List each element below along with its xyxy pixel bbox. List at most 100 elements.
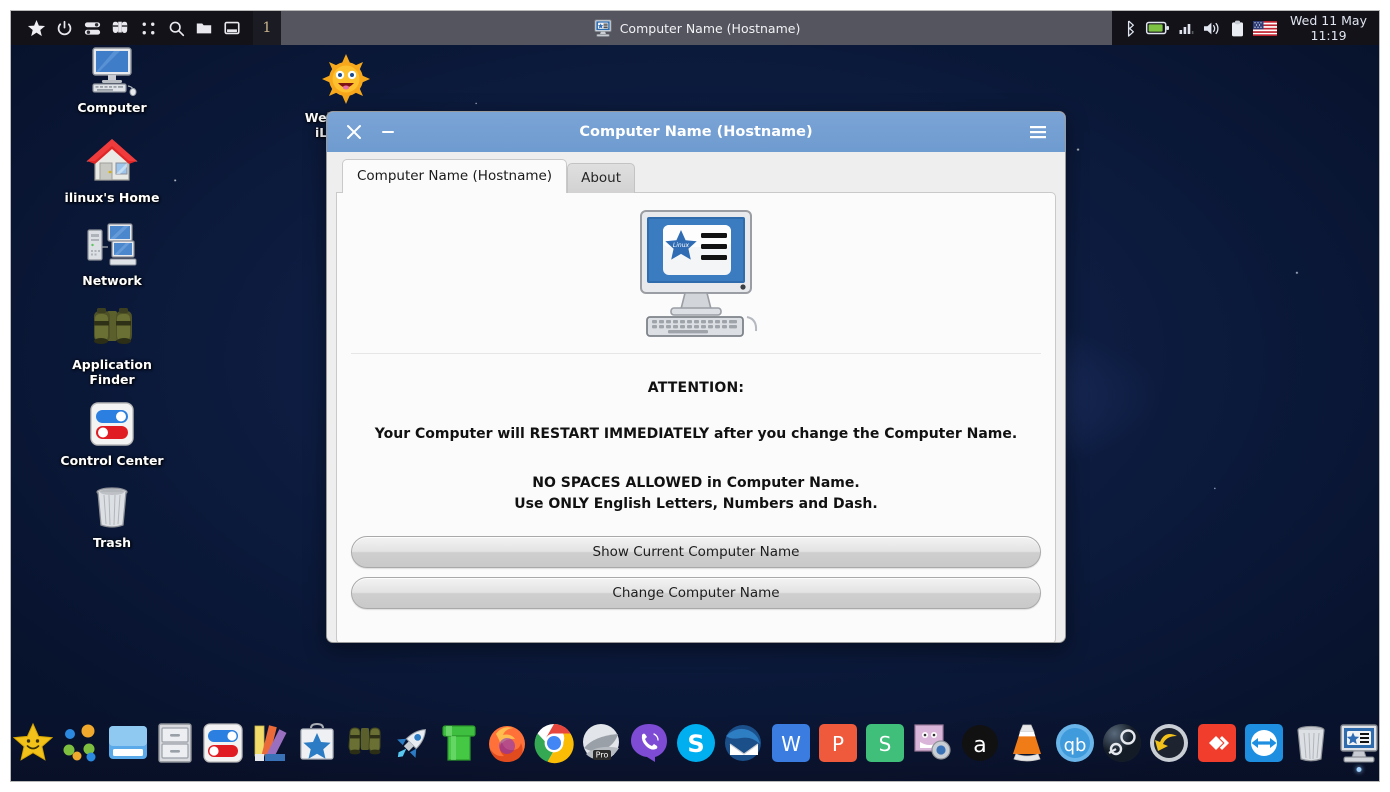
dock-item-games[interactable] xyxy=(438,719,481,767)
tab-about[interactable]: About xyxy=(567,163,635,193)
desktop-icon-computer[interactable]: Computer xyxy=(52,46,172,115)
no-spaces-text: NO SPACES ALLOWED in Computer Name. xyxy=(532,475,860,491)
dock-item-app-grid[interactable] xyxy=(59,719,102,767)
dock-item-firefox[interactable] xyxy=(485,719,528,767)
panel-launcher-group xyxy=(11,11,245,45)
screen: Computer ilinux's Home Network Applicati… xyxy=(0,0,1390,792)
clipboard-icon[interactable] xyxy=(1231,20,1244,37)
bluetooth-icon[interactable] xyxy=(1124,19,1137,37)
dock-item-chrome[interactable] xyxy=(532,719,575,767)
window-titlebar[interactable]: Computer Name (Hostname) xyxy=(327,112,1065,152)
dock-item-trash[interactable] xyxy=(1290,719,1333,767)
content-divider xyxy=(351,353,1041,354)
dock-item-appearance[interactable] xyxy=(248,719,291,767)
battery-icon[interactable] xyxy=(1145,21,1170,35)
action-buttons: Show Current Computer Name Change Comput… xyxy=(351,536,1041,629)
dock-item-vlc[interactable] xyxy=(1006,719,1049,767)
tab-bar[interactable]: Computer Name (Hostname) About xyxy=(336,159,1056,193)
svg-text:P: P xyxy=(832,732,844,756)
dock-item-opera[interactable]: Pro xyxy=(580,719,623,767)
volume-icon[interactable] xyxy=(1203,21,1222,36)
dock-item-wps-spreadsheet[interactable]: S xyxy=(864,719,907,767)
desktop-icon-control-center[interactable]: Control Center xyxy=(52,399,172,468)
dock-item-window-manager[interactable] xyxy=(106,719,149,767)
dock-item-steam[interactable] xyxy=(1100,719,1143,767)
viber-icon xyxy=(630,724,667,762)
tab-computer-name[interactable]: Computer Name (Hostname) xyxy=(342,159,568,193)
vlc-cone-icon xyxy=(1013,724,1042,762)
dock-item-launcher[interactable] xyxy=(390,719,433,767)
home-house-icon xyxy=(85,136,139,186)
window-body: Computer Name (Hostname) About Linux ATT… xyxy=(327,152,1065,642)
dock-item-software-store[interactable] xyxy=(296,719,339,767)
minimize-icon[interactable] xyxy=(375,119,401,145)
dock-item-qbittorrent[interactable]: qb xyxy=(1053,719,1096,767)
hamburger-menu-icon[interactable] xyxy=(1025,119,1051,145)
running-indicator xyxy=(1356,767,1362,772)
wps-writer-icon: W xyxy=(771,724,810,762)
task-list[interactable]: Computer Name (Hostname) xyxy=(281,11,1113,45)
dock-item-skype[interactable]: S xyxy=(674,719,717,767)
colored-dots-icon xyxy=(63,724,96,762)
dock-item-anydesk-store[interactable]: a xyxy=(958,719,1001,767)
sun-smile-icon xyxy=(318,54,374,106)
tab-panel-computer-name: Linux ATTENTION: Your Computer will REST… xyxy=(336,192,1056,642)
clock-time: 11:19 xyxy=(1310,28,1347,43)
system-tray[interactable]: Wed 11 May 11:19 xyxy=(1112,11,1379,45)
dock-item-anydesk[interactable] xyxy=(1195,719,1238,767)
workspace-switcher-1[interactable]: 1 xyxy=(253,11,281,45)
green-pipe-icon xyxy=(442,725,476,761)
dock-item-control-center[interactable] xyxy=(201,719,244,767)
settings-toggles-icon[interactable] xyxy=(79,15,105,41)
us-flag-icon[interactable] xyxy=(1253,20,1278,36)
trash-bin-icon xyxy=(1297,725,1325,762)
dock-item-backup[interactable] xyxy=(1148,719,1191,767)
binoculars-icon[interactable] xyxy=(107,15,133,41)
svg-text:S: S xyxy=(687,730,704,758)
dock[interactable]: Pro S W P S a qb xyxy=(11,709,1379,781)
dock-item-computer-name[interactable] xyxy=(1337,719,1379,772)
shopping-bag-star-icon xyxy=(300,722,335,760)
trash-bin-icon xyxy=(88,481,136,531)
change-computer-name-button[interactable]: Change Computer Name xyxy=(351,577,1041,609)
dock-item-screenshot[interactable] xyxy=(911,719,954,767)
dock-item-wps-presentation[interactable]: P xyxy=(816,719,859,767)
teamviewer-icon xyxy=(1244,724,1283,762)
computer-name-window[interactable]: Computer Name (Hostname) Computer Name (… xyxy=(326,111,1066,643)
power-icon[interactable] xyxy=(51,15,77,41)
toggles-icon xyxy=(87,399,137,449)
dock-item-application-finder[interactable] xyxy=(343,719,386,767)
grid-dots-icon[interactable] xyxy=(135,15,161,41)
svg-text:Linux: Linux xyxy=(673,242,690,249)
dock-item-teamviewer[interactable] xyxy=(1242,719,1285,767)
desktop-icon-network[interactable]: Network xyxy=(52,219,172,288)
dock-item-viber[interactable] xyxy=(627,719,670,767)
desktop-icon-home[interactable]: ilinux's Home xyxy=(52,136,172,205)
steam-icon xyxy=(1102,724,1141,762)
computer-star-monitor-icon: Linux xyxy=(640,210,758,337)
desktop-icon-application-finder[interactable]: Application Finder xyxy=(52,303,172,387)
dock-item-wps-writer[interactable]: W xyxy=(769,719,812,767)
qbittorrent-icon: qb xyxy=(1055,724,1094,762)
task-button-computer-name[interactable]: Computer Name (Hostname) xyxy=(583,14,811,42)
window-icon[interactable] xyxy=(219,15,245,41)
folder-icon[interactable] xyxy=(191,15,217,41)
dock-item-file-manager[interactable] xyxy=(154,719,197,767)
top-panel[interactable]: 1 Computer Name (Hostname) Wed 11 May 11… xyxy=(11,11,1379,45)
svg-text:a: a xyxy=(973,733,986,758)
clock[interactable]: Wed 11 May 11:19 xyxy=(1286,13,1371,43)
desktop[interactable]: Computer ilinux's Home Network Applicati… xyxy=(10,10,1380,782)
show-current-computer-name-button[interactable]: Show Current Computer Name xyxy=(351,536,1041,568)
blue-window-icon xyxy=(109,726,148,759)
clock-date: Wed 11 May xyxy=(1290,13,1367,28)
rocket-icon xyxy=(397,729,426,758)
dock-item-thunderbird[interactable] xyxy=(722,719,765,767)
dock-item-menu[interactable] xyxy=(11,719,55,767)
thunderbird-icon xyxy=(725,725,762,761)
network-signal-icon[interactable] xyxy=(1179,21,1194,35)
desktop-icon-trash[interactable]: Trash xyxy=(52,481,172,550)
computer-star-icon xyxy=(594,19,612,37)
search-icon[interactable] xyxy=(163,15,189,41)
close-icon[interactable] xyxy=(341,119,367,145)
whisker-menu-star-icon[interactable] xyxy=(23,15,49,41)
